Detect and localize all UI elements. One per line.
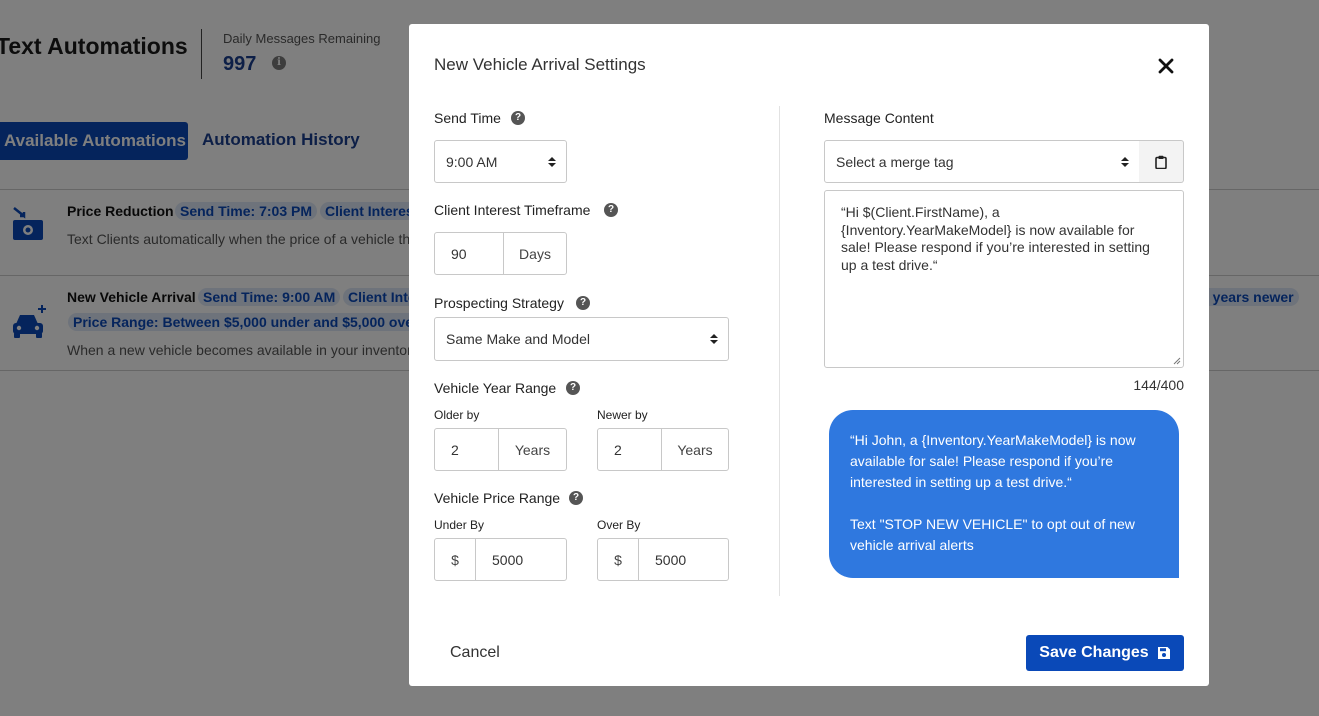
newer-by-label: Newer by (597, 408, 648, 422)
clipboard-icon (1155, 155, 1167, 169)
help-icon[interactable]: ? (604, 203, 618, 217)
message-preview-bubble: “Hi John, a {Inventory.YearMakeModel} is… (829, 410, 1179, 578)
message-textarea[interactable]: “Hi $(Client.FirstName), a {Inventory.Ye… (824, 190, 1184, 368)
client-interest-label: Client Interest Timeframe (434, 202, 591, 218)
older-by-input[interactable]: 2 (435, 429, 498, 470)
year-range-label: Vehicle Year Range (434, 380, 557, 396)
select-arrows-icon (548, 156, 556, 167)
help-icon[interactable]: ? (569, 491, 583, 505)
prospecting-strategy-label: Prospecting Strategy (434, 295, 564, 311)
help-icon[interactable]: ? (511, 111, 525, 125)
newer-by-input-group: 2 Years (597, 428, 729, 471)
under-by-input-group: $ 5000 (434, 538, 567, 581)
client-interest-input[interactable]: 90 (435, 233, 503, 274)
message-content-label: Message Content (824, 110, 934, 126)
preview-spacer (850, 493, 1161, 514)
preview-optout-line: vehicle arrival alerts (850, 537, 974, 553)
preview-line: available for sale! Please respond if yo… (850, 453, 1114, 469)
select-arrows-icon (710, 334, 718, 344)
days-addon: Days (503, 233, 566, 274)
insert-merge-tag-button[interactable] (1139, 140, 1184, 183)
older-by-input-group: 2 Years (434, 428, 567, 471)
character-counter: 144/400 (1133, 377, 1184, 393)
over-by-input[interactable]: 5000 (639, 539, 728, 580)
preview-optout-line: Text "STOP NEW VEHICLE" to opt out of ne… (850, 516, 1135, 532)
help-icon[interactable]: ? (566, 381, 580, 395)
client-interest-input-group: 90 Days (434, 232, 567, 275)
preview-line: interested in setting up a test drive.“ (850, 474, 1072, 490)
close-icon[interactable] (1155, 55, 1177, 77)
column-divider (779, 106, 780, 596)
price-range-label: Vehicle Price Range (434, 490, 561, 506)
prospecting-strategy-select[interactable]: Same Make and Model (434, 317, 729, 361)
merge-tag-select[interactable]: Select a merge tag (824, 140, 1140, 183)
save-icon (1157, 647, 1170, 659)
older-by-label: Older by (434, 408, 480, 422)
send-time-value: 9:00 AM (446, 153, 498, 170)
save-changes-label: Save Changes (1039, 644, 1149, 661)
years-addon: Years (498, 429, 566, 470)
help-icon[interactable]: ? (576, 296, 590, 310)
years-addon: Years (661, 429, 728, 470)
over-by-input-group: $ 5000 (597, 538, 729, 581)
under-by-input[interactable]: 5000 (476, 539, 566, 580)
over-by-label: Over By (597, 518, 641, 532)
dollar-prefix: $ (435, 539, 476, 580)
settings-modal: New Vehicle Arrival Settings Send Time ?… (409, 24, 1209, 686)
prospecting-strategy-value: Same Make and Model (446, 331, 590, 347)
preview-line: “Hi John, a {Inventory.YearMakeModel} is… (850, 432, 1136, 448)
message-text: “Hi $(Client.FirstName), a {Inventory.Ye… (841, 204, 1150, 273)
newer-by-input[interactable]: 2 (598, 429, 661, 470)
save-changes-button[interactable]: Save Changes (1026, 635, 1184, 671)
under-by-label: Under By (434, 518, 485, 532)
send-time-select[interactable]: 9:00 AM (434, 140, 567, 183)
send-time-label: Send Time (434, 110, 501, 126)
resize-handle-icon[interactable] (1173, 357, 1181, 365)
dollar-prefix: $ (598, 539, 639, 580)
select-arrows-icon (1121, 156, 1129, 167)
merge-tag-placeholder: Select a merge tag (836, 153, 954, 170)
modal-title: New Vehicle Arrival Settings (434, 55, 646, 74)
cancel-button[interactable]: Cancel (450, 644, 500, 662)
